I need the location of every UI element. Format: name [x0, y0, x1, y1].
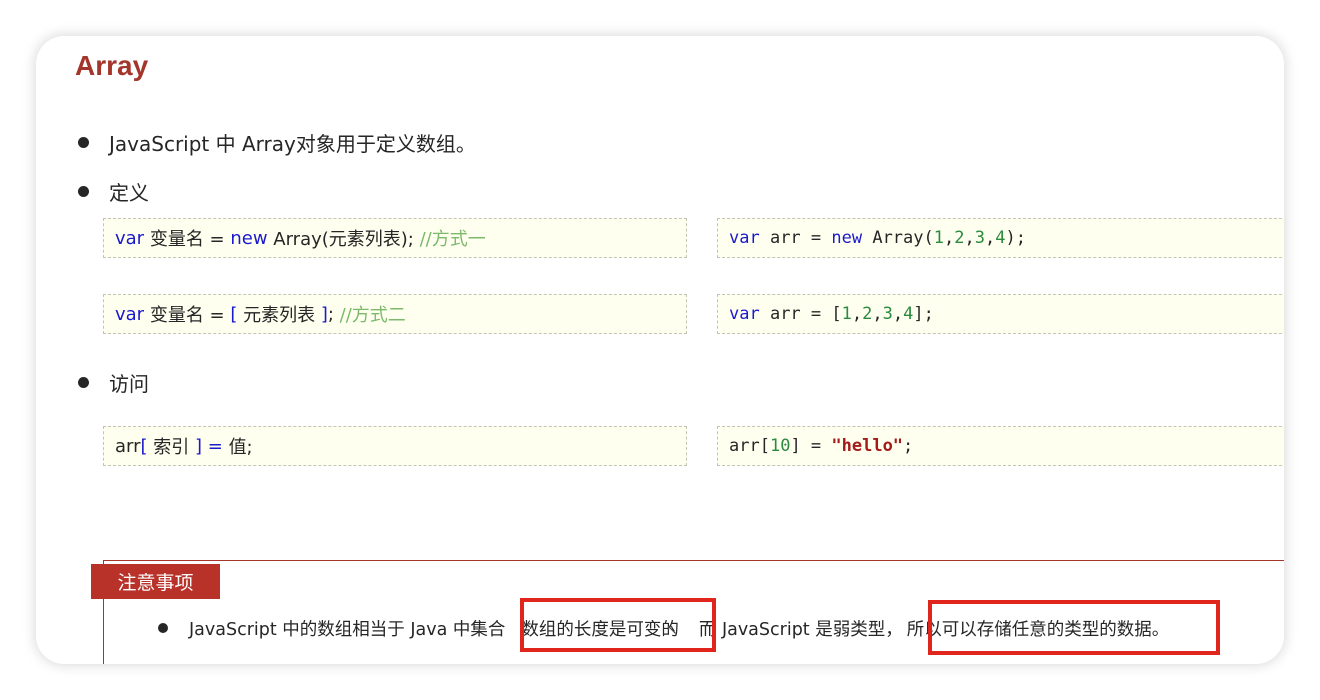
code-comment: //方式一: [419, 229, 486, 250]
mouse-cursor-icon: ↖: [666, 622, 678, 638]
code-text: ;: [903, 436, 914, 456]
bullet-dot-icon: [158, 623, 168, 633]
code-text: ,: [892, 304, 904, 324]
code-text: arr: [115, 435, 141, 457]
bullet-intro: JavaScript 中 Array对象用于定义数组。: [78, 128, 476, 157]
code-block-access-example: arr[10] = "hello";: [717, 426, 1284, 466]
code-number: 10: [769, 436, 791, 456]
code-text: ,: [944, 228, 955, 248]
code-text: 值;: [228, 437, 253, 458]
code-text: 索引: [147, 437, 195, 458]
code-bracket: [: [140, 435, 148, 457]
code-comment: //方式二: [339, 305, 406, 326]
code-text: ;: [327, 303, 340, 325]
code-keyword: var: [729, 228, 760, 248]
bullet-access-text: 访问: [109, 372, 149, 396]
code-bracket: ]: [195, 435, 203, 457]
code-text: 元素列表: [237, 305, 321, 326]
code-text: arr =: [759, 228, 832, 248]
code-keyword: var: [729, 304, 760, 324]
code-number: 1: [933, 228, 944, 248]
code-text: ] =: [790, 436, 832, 456]
code-bracket: [: [230, 303, 238, 325]
note-tag: 注意事项: [91, 564, 220, 599]
code-keyword: new: [831, 228, 863, 248]
bullet-intro-text: JavaScript 中 Array对象用于定义数组。: [109, 132, 476, 156]
code-number: 2: [862, 304, 873, 324]
note-text-part1: JavaScript 中的数组相当于 Java 中集合: [189, 619, 506, 640]
code-string: "hello": [831, 436, 904, 456]
code-block-define-2: var 变量名 = [ 元素列表 ]; //方式二: [103, 294, 687, 334]
bullet-access: 访问: [78, 368, 149, 397]
code-number: 1: [841, 304, 852, 324]
code-keyword: new: [230, 227, 268, 249]
code-text: ,: [985, 228, 996, 248]
code-keyword: var: [115, 227, 145, 249]
code-number: 3: [974, 228, 985, 248]
bullet-dot-icon: [78, 137, 89, 148]
highlight-box-length: [520, 598, 716, 652]
code-block-access: arr[ 索引 ] = 值;: [103, 426, 687, 466]
code-text: Array(元素列表);: [267, 229, 420, 250]
code-text: arr = [: [759, 304, 842, 324]
code-operator: =: [202, 435, 229, 457]
bullet-dot-icon: [78, 186, 89, 197]
code-text: 变量名 =: [144, 229, 231, 250]
code-text: ,: [964, 228, 975, 248]
code-bracket: ]: [320, 303, 328, 325]
code-text: 变量名 =: [144, 305, 231, 326]
code-block-define-1-example: var arr = new Array(1, 2, 3, 4);: [717, 218, 1284, 258]
code-text: arr[: [729, 436, 770, 456]
note-text-part3: 而 JavaScript 是弱类型，: [698, 619, 903, 640]
code-keyword: var: [115, 303, 145, 325]
code-number: 2: [954, 228, 965, 248]
code-number: 4: [995, 228, 1006, 248]
bullet-define: 定义: [78, 177, 149, 206]
code-text: Array(: [862, 228, 934, 248]
code-text: ,: [851, 304, 863, 324]
slide-title: Array: [75, 50, 149, 81]
code-number: 3: [882, 304, 893, 324]
slide-card: Array JavaScript 中 Array对象用于定义数组。 定义 var…: [36, 36, 1284, 664]
code-text: ,: [872, 304, 883, 324]
bullet-dot-icon: [78, 377, 89, 388]
code-block-define-1: var 变量名 = new Array(元素列表); //方式一: [103, 218, 687, 258]
code-block-define-2-example: var arr = [1, 2, 3, 4];: [717, 294, 1284, 334]
code-text: ];: [913, 304, 934, 324]
highlight-box-any-type: [928, 600, 1220, 655]
bullet-define-text: 定义: [109, 181, 149, 205]
code-text: );: [1005, 228, 1026, 248]
code-number: 4: [903, 304, 914, 324]
